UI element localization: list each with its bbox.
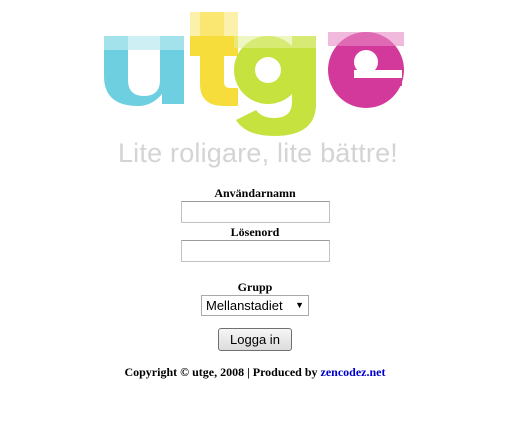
copyright-text: Copyright © utge, 2008 | Produced by bbox=[124, 365, 321, 379]
logo-letter-t bbox=[190, 12, 238, 106]
password-input[interactable] bbox=[180, 240, 330, 262]
group-select[interactable]: Mellanstadiet ▼ bbox=[201, 295, 309, 316]
chevron-down-icon: ▼ bbox=[295, 300, 304, 310]
logo-letter-g bbox=[234, 36, 316, 136]
login-page: Lite roligare, lite bättre! Användarnamn… bbox=[0, 0, 516, 434]
footer: Copyright © utge, 2008 | Produced by zen… bbox=[0, 365, 510, 379]
password-label: Lösenord bbox=[230, 225, 280, 239]
username-label: Användarnamn bbox=[214, 186, 296, 200]
login-form: Användarnamn Lösenord Grupp Mellanstadie… bbox=[0, 186, 510, 379]
slogan: Lite roligare, lite bättre! bbox=[117, 138, 399, 168]
zencodez-link[interactable]: zencodez.net bbox=[321, 365, 386, 379]
logo-letter-e bbox=[328, 32, 404, 108]
login-button[interactable]: Logga in bbox=[218, 328, 292, 351]
username-input[interactable] bbox=[180, 201, 330, 223]
group-select-value: Mellanstadiet bbox=[206, 298, 283, 313]
group-label: Grupp bbox=[237, 280, 273, 294]
logo-letter-u bbox=[104, 36, 184, 106]
